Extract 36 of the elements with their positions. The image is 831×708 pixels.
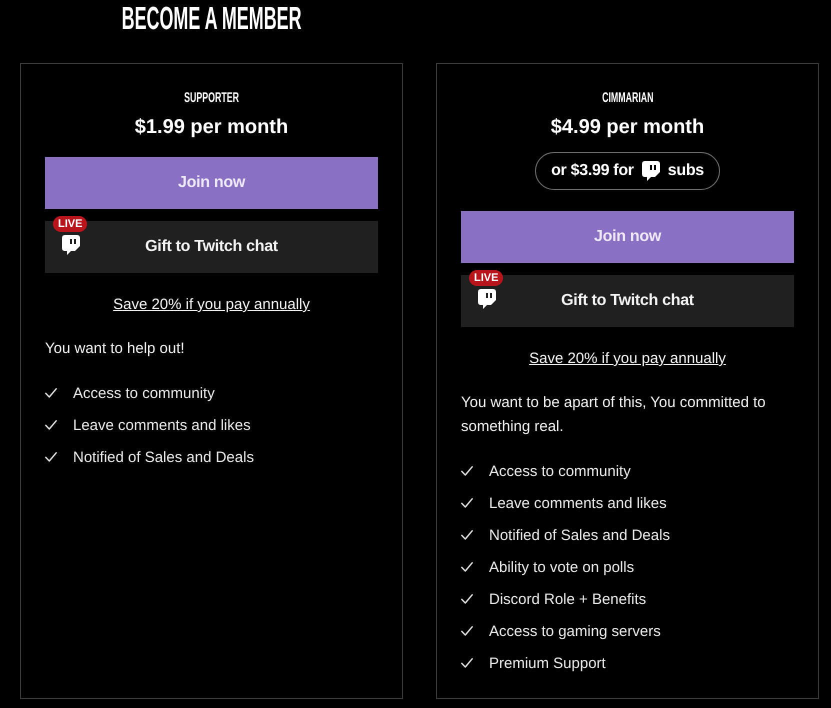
feature-text: Ability to vote on polls <box>489 558 634 576</box>
page-title: BECOME A MEMBER <box>122 0 302 36</box>
plan-description: You want to be apart of this, You committed to something real. <box>461 393 767 437</box>
feature-text: Access to gaming servers <box>489 622 661 640</box>
feature-text: Notified of Sales and Deals <box>73 448 254 466</box>
checkmark-icon <box>461 498 473 508</box>
annual-discount-link[interactable]: Save 20% if you pay annually <box>113 295 310 315</box>
chat-bubble-icon <box>642 161 660 181</box>
feature-text: Leave comments and likes <box>489 494 667 512</box>
checkmark-icon <box>45 420 57 430</box>
checkmark-icon <box>45 452 57 462</box>
annual-discount-link[interactable]: Save 20% if you pay annually <box>529 349 726 369</box>
plan-description: You want to help out! <box>45 339 186 359</box>
live-badge: LIVE <box>469 270 504 286</box>
offer-price-text: or $3.99 for <box>551 162 634 180</box>
plan-price: $4.99 per month <box>550 115 704 139</box>
live-badge: LIVE <box>53 216 88 232</box>
feature-text: Premium Support <box>489 654 606 672</box>
chat-bubble-icon <box>62 234 80 254</box>
plan-price: $1.99 per month <box>134 115 288 139</box>
feature-text: Access to community <box>73 384 215 402</box>
checkmark-icon <box>45 388 57 398</box>
feature-text: Discord Role + Benefits <box>489 590 646 608</box>
checkmark-icon <box>461 658 473 668</box>
plan-name: SUPPORTER <box>184 89 239 105</box>
checkmark-icon <box>461 562 473 572</box>
feature-text: Leave comments and likes <box>73 416 251 434</box>
feature-text: Access to community <box>489 462 631 480</box>
plan-name: CIMMARIAN <box>602 89 654 105</box>
checkmark-icon <box>461 594 473 604</box>
checkmark-icon <box>461 466 473 476</box>
offer-suffix-text: subs <box>668 162 704 180</box>
checkmark-icon <box>461 530 473 540</box>
chat-bubble-icon <box>478 288 496 308</box>
checkmark-icon <box>461 626 473 636</box>
feature-text: Notified of Sales and Deals <box>489 526 670 544</box>
